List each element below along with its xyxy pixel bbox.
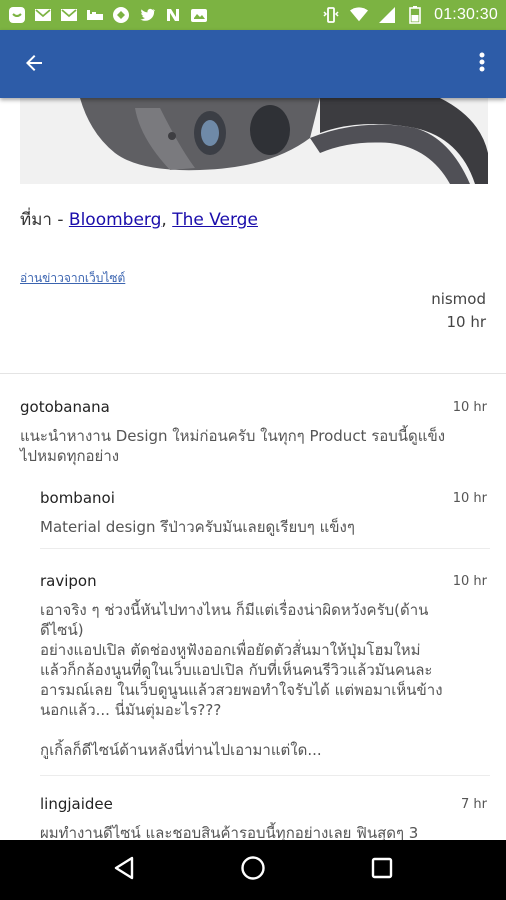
nav-recents-button[interactable] [362, 850, 402, 890]
comment-time: 10 hr [452, 491, 487, 506]
nav-home-button[interactable] [233, 850, 273, 890]
comment-body: ผมทำงานดีไซน์ และชอบสินค้ารอบนี้ทุกอย่าง… [40, 824, 419, 840]
notification-icons [8, 6, 208, 24]
comment-time: 7 hr [461, 797, 487, 812]
sleep-icon [86, 6, 104, 24]
signal-icon [378, 6, 396, 24]
comment: gotobanana 10 hr แนะนำหางาน Design ใหม่ก… [20, 398, 487, 478]
twitter-icon [138, 6, 156, 24]
comment-separator [40, 548, 490, 549]
comment-body: Material design รึป่าวครับมันเลยดูเรียบๆ… [40, 518, 355, 536]
system-nav-bar [0, 840, 506, 900]
comment-time: 10 hr [452, 400, 487, 415]
battery-icon [406, 6, 424, 24]
comment-separator [40, 775, 490, 776]
mail-icon [60, 6, 78, 24]
comment-body: เอาจริง ๆ ช่วงนี้หันไปทางไหน ก็มีแต่เรื่… [40, 601, 443, 759]
more-options-button[interactable] [468, 48, 496, 80]
comment-reply: lingjaidee 7 hr ผมทำงานดีไซน์ และชอบสินค… [40, 795, 487, 840]
source-prefix: ที่มา - [20, 210, 69, 230]
system-icons: 01:30:30 [322, 6, 498, 24]
image-icon [190, 6, 208, 24]
clock-time: 01:30:30 [434, 6, 498, 23]
comment-body: แนะนำหางาน Design ใหม่ก่อนครับ ในทุกๆ Pr… [20, 427, 446, 465]
article-image [20, 98, 488, 184]
source-line: ที่มา - Bloomberg, The Verge [20, 206, 258, 233]
n-icon [164, 6, 182, 24]
app-icon [112, 6, 130, 24]
source-link-the-verge[interactable]: The Verge [172, 210, 258, 230]
more-vert-icon [478, 50, 486, 78]
comment-reply: ravipon 10 hr เอาจริง ๆ ช่วงนี้หันไปทางไ… [40, 572, 487, 772]
article-author: nismod [431, 290, 486, 308]
comment-username[interactable]: lingjaidee [40, 795, 113, 813]
arrow-left-icon [22, 51, 46, 79]
back-triangle-icon [113, 856, 135, 884]
recents-square-icon [371, 857, 393, 883]
home-circle-icon [240, 855, 266, 885]
article-time: 10 hr [446, 313, 486, 331]
wifi-icon [350, 6, 369, 24]
divider [0, 373, 506, 374]
article-content[interactable]: ที่มา - Bloomberg, The Verge อ่านข่าวจาก… [0, 98, 506, 840]
mail-icon [34, 6, 52, 24]
comment-username[interactable]: gotobanana [20, 398, 110, 416]
source-separator: , [161, 210, 173, 230]
source-link-bloomberg[interactable]: Bloomberg [69, 210, 161, 230]
read-from-website-link[interactable]: อ่านข่าวจากเว็บไซต์ [20, 269, 125, 288]
comment-reply: bombanoi 10 hr Material design รึป่าวครั… [40, 489, 487, 549]
app-bar [0, 30, 506, 98]
back-button[interactable] [18, 50, 50, 80]
vibrate-icon [322, 6, 340, 24]
nav-back-button[interactable] [104, 850, 144, 890]
comment-username[interactable]: bombanoi [40, 489, 115, 507]
message-icon [8, 6, 26, 24]
comment-time: 10 hr [452, 574, 487, 589]
status-bar: 01:30:30 [0, 0, 506, 30]
comment-username[interactable]: ravipon [40, 572, 97, 590]
